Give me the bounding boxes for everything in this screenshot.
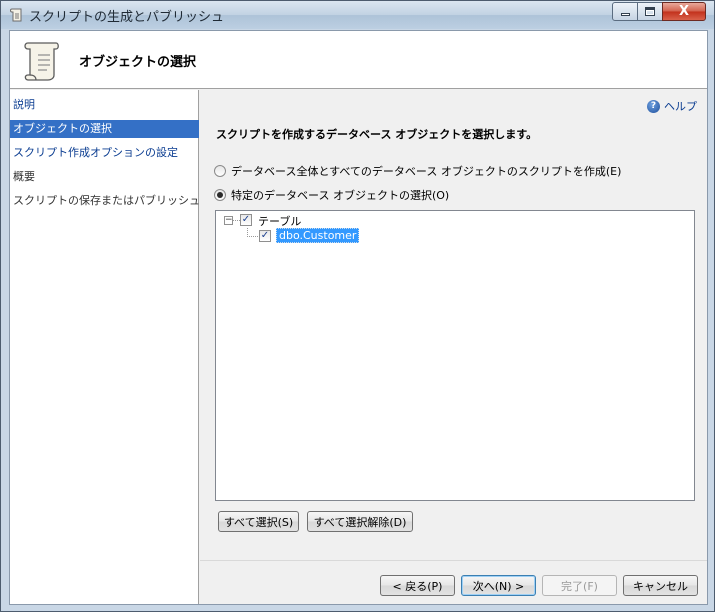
maximize-icon xyxy=(645,7,655,16)
instruction-text: スクリプトを作成するデータベース オブジェクトを選択します。 xyxy=(216,128,538,141)
tables-checkbox[interactable]: ✓ xyxy=(240,214,252,226)
radio-circle[interactable] xyxy=(214,189,226,201)
footer-divider xyxy=(200,560,707,561)
sidebar-item-description[interactable]: 説明 xyxy=(10,96,199,114)
wizard-sidebar: 説明 オブジェクトの選択 スクリプト作成オプションの設定 概要 スクリプトの保存… xyxy=(10,90,200,604)
help-link[interactable]: ? ヘルプ xyxy=(647,98,697,114)
next-button[interactable]: 次へ(N) > xyxy=(461,575,536,596)
select-all-button[interactable]: すべて選択(S) xyxy=(218,511,299,532)
tree-node-dbo-customer[interactable]: dbo.Customer xyxy=(276,228,360,243)
close-button[interactable]: X xyxy=(662,2,706,21)
back-button[interactable]: < 戻る(P) xyxy=(380,575,455,596)
minimize-button[interactable] xyxy=(612,2,638,21)
main-panel: ? ヘルプ スクリプトを作成するデータベース オブジェクトを選択します。 データ… xyxy=(200,90,707,604)
page-header: オブジェクトの選択 xyxy=(10,31,707,89)
page-title: オブジェクトの選択 xyxy=(79,55,197,70)
help-label: ヘルプ xyxy=(664,100,697,113)
radio-script-entire-database[interactable]: データベース全体とすべてのデータベース オブジェクトのスクリプトを作成(E) xyxy=(214,163,621,179)
radio-label: データベース全体とすべてのデータベース オブジェクトのスクリプトを作成(E) xyxy=(231,165,622,178)
customer-table-checkbox[interactable]: ✓ xyxy=(259,230,271,242)
collapse-icon[interactable]: − xyxy=(224,216,233,225)
radio-select-specific-objects[interactable]: 特定のデータベース オブジェクトの選択(O) xyxy=(214,187,449,203)
window-title: スクリプトの生成とパブリッシュ xyxy=(29,10,225,25)
title-bar[interactable]: スクリプトの生成とパブリッシュ X xyxy=(1,1,714,29)
tree-connector xyxy=(247,236,258,237)
radio-circle[interactable] xyxy=(214,165,226,177)
script-icon xyxy=(10,8,22,22)
finish-button: 完了(F) xyxy=(542,575,617,596)
sidebar-item-scripting-options[interactable]: スクリプト作成オプションの設定 xyxy=(10,144,199,162)
tree-node-tables[interactable]: テーブル xyxy=(258,213,301,229)
object-tree[interactable]: − ✓ テーブル ✓ dbo.Customer xyxy=(215,210,695,501)
sidebar-item-select-objects[interactable]: オブジェクトの選択 xyxy=(10,120,199,138)
help-icon: ? xyxy=(647,99,660,113)
sidebar-item-summary: 概要 xyxy=(13,170,35,183)
dialog-window: スクリプトの生成とパブリッシュ X オブジェクトの選択 説明 オブジェクトの選択… xyxy=(0,0,715,612)
dialog-client: オブジェクトの選択 説明 オブジェクトの選択 スクリプト作成オプションの設定 概… xyxy=(9,30,708,605)
tree-connector xyxy=(233,220,240,221)
sidebar-item-save-or-publish: スクリプトの保存またはパブリッシュ xyxy=(13,194,200,207)
radio-label: 特定のデータベース オブジェクトの選択(O) xyxy=(231,189,450,202)
minimize-icon xyxy=(620,13,630,16)
close-icon: X xyxy=(678,4,690,19)
maximize-button[interactable] xyxy=(637,2,663,21)
cancel-button[interactable]: キャンセル xyxy=(623,575,698,596)
scroll-icon xyxy=(24,42,59,81)
deselect-all-button[interactable]: すべて選択解除(D) xyxy=(307,511,413,532)
